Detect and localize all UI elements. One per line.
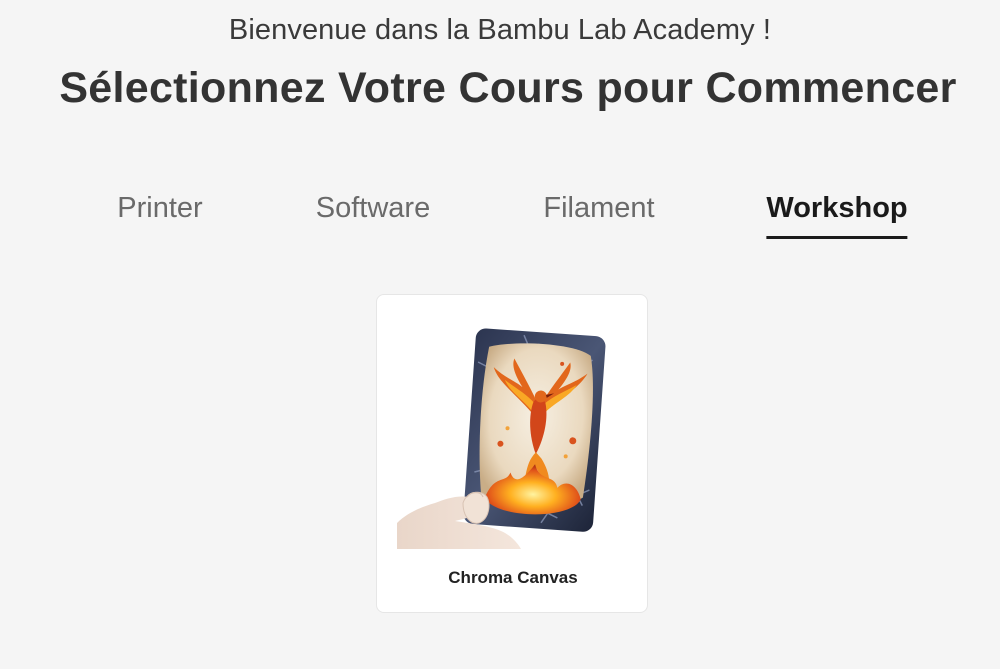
course-category-tabs: Printer Software Filament Workshop [0, 192, 1000, 252]
course-card-chroma-canvas[interactable]: Chroma Canvas [376, 294, 648, 613]
tab-software[interactable]: Software [316, 192, 430, 236]
welcome-subtitle: Bienvenue dans la Bambu Lab Academy ! [228, 14, 772, 46]
tab-workshop[interactable]: Workshop [766, 192, 908, 239]
page-title: Sélectionnez Votre Cours pour Commencer [59, 64, 957, 112]
tab-filament[interactable]: Filament [543, 192, 654, 236]
tab-printer[interactable]: Printer [117, 192, 202, 236]
phoenix-card-image [397, 328, 606, 549]
course-title: Chroma Canvas [448, 568, 578, 587]
